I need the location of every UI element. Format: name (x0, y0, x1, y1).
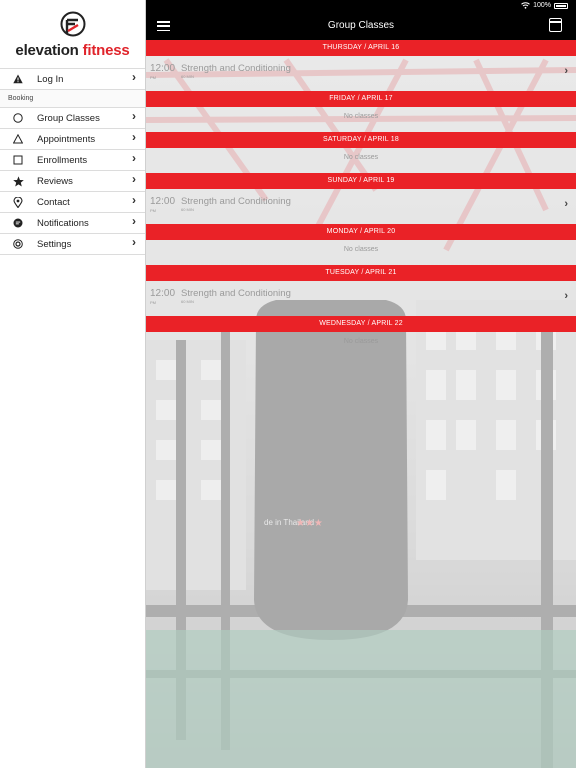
sidebar-item-reviews[interactable]: Reviews › (0, 171, 145, 192)
sidebar-item-label: Contact (37, 196, 70, 208)
brand-name-part2: fitness (78, 42, 130, 59)
brand-name: elevation fitness (0, 42, 145, 59)
sidebar-item-contact[interactable]: Contact › (0, 192, 145, 213)
chevron-right-icon: › (132, 70, 136, 84)
day-header-sunday: SUNDAY / APRIL 19 (146, 173, 576, 189)
class-name: Strength and Conditioning (181, 196, 291, 207)
class-ampm: PM (150, 300, 156, 305)
section-label-booking: Booking (0, 90, 145, 108)
chevron-right-icon: › (132, 109, 136, 123)
class-name: Strength and Conditioning (181, 288, 291, 299)
logo-mark-icon (60, 11, 86, 37)
sidebar-item-enrollments[interactable]: Enrollments › (0, 150, 145, 171)
class-row[interactable]: 12:00 PM Strength and Conditioning 60 MI… (146, 189, 576, 224)
chevron-right-icon: › (564, 198, 568, 210)
main-content: de in Thailand ★★★ 100% Group Classes TH… (146, 0, 576, 768)
battery-percent: 100% (533, 2, 551, 9)
status-bar: 100% (521, 2, 568, 9)
class-duration: 60 MIN (181, 207, 194, 212)
sidebar-item-label: Log In (37, 73, 64, 85)
class-time: 12:00 (150, 63, 176, 74)
class-time: 12:00 (150, 288, 176, 299)
chevron-right-icon: › (132, 193, 136, 207)
page-title: Group Classes (327, 20, 395, 31)
day-header-tuesday: TUESDAY / APRIL 21 (146, 265, 576, 281)
chevron-right-icon: › (132, 151, 136, 165)
no-classes-text: No classes (343, 246, 379, 253)
sidebar-item-label: Group Classes (37, 112, 100, 124)
day-header-thursday: THURSDAY / APRIL 16 (146, 40, 576, 56)
chevron-right-icon: › (564, 65, 568, 77)
circle-icon (12, 112, 24, 124)
star-icon (12, 175, 24, 187)
chevron-right-icon: › (132, 172, 136, 186)
no-classes-text: No classes (343, 154, 379, 161)
class-row[interactable]: 12:00 PM Strength and Conditioning 60 MI… (146, 56, 576, 91)
class-ampm: PM (150, 75, 156, 80)
sidebar: elevation fitness Log In › Booking Group… (0, 0, 146, 768)
brand-name-part1: elevation (15, 42, 79, 59)
settings-icon (12, 238, 24, 250)
no-classes-text: No classes (343, 338, 379, 345)
warning-icon (12, 73, 24, 85)
class-name: Strength and Conditioning (181, 63, 291, 74)
brand-logo: elevation fitness (0, 0, 145, 68)
chevron-right-icon: › (564, 290, 568, 302)
sidebar-item-appointments[interactable]: Appointments › (0, 129, 145, 150)
sidebar-item-label: Appointments (37, 133, 96, 145)
sidebar-item-label: Notifications (37, 217, 89, 229)
triangle-icon (12, 133, 24, 145)
day-header-friday: FRIDAY / APRIL 17 (146, 91, 576, 107)
chat-bubble-icon (12, 217, 24, 229)
top-bar: 100% Group Classes (146, 0, 576, 40)
day-header-saturday: SATURDAY / APRIL 18 (146, 132, 576, 148)
class-time: 12:00 (150, 196, 176, 207)
sidebar-item-label: Settings (37, 238, 72, 250)
sidebar-item-group-classes[interactable]: Group Classes › (0, 108, 145, 129)
sidebar-item-label: Reviews (37, 175, 73, 187)
battery-icon (554, 2, 568, 9)
calendar-icon[interactable] (549, 18, 562, 32)
class-duration: 60 MIN (181, 299, 194, 304)
chevron-right-icon: › (132, 235, 136, 249)
class-row[interactable]: 12:00 PM Strength and Conditioning 60 MI… (146, 281, 576, 316)
class-ampm: PM (150, 208, 156, 213)
map-pin-icon (12, 196, 24, 208)
no-classes-text: No classes (343, 113, 379, 120)
chevron-right-icon: › (132, 214, 136, 228)
sidebar-item-log-in[interactable]: Log In › (0, 68, 145, 90)
sidebar-item-notifications[interactable]: Notifications › (0, 213, 145, 234)
sidebar-item-settings[interactable]: Settings › (0, 234, 145, 255)
day-header-monday: MONDAY / APRIL 20 (146, 224, 576, 240)
class-duration: 60 MIN (181, 74, 194, 79)
chevron-right-icon: › (132, 130, 136, 144)
wifi-icon (521, 2, 530, 9)
day-header-wednesday: WEDNESDAY / APRIL 22 (146, 316, 576, 332)
square-icon (12, 154, 24, 166)
sidebar-item-label: Enrollments (37, 154, 88, 166)
